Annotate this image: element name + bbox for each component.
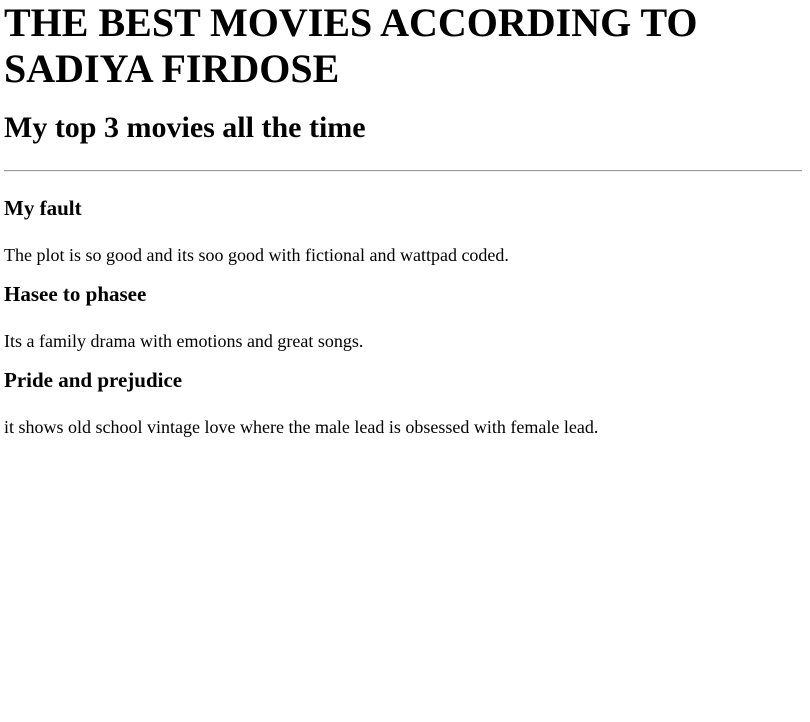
movie-description: it shows old school vintage love where t… [4,417,599,437]
movie-description: The plot is so good and its soo good wit… [4,245,509,265]
movie-description: Its a family drama with emotions and gre… [4,331,364,351]
divider [4,170,802,172]
movie-title: Pride and prejudice [4,368,183,392]
movie-item-my-fault: My fault The plot is so good and its soo… [4,196,802,266]
movie-title: Hasee to phasee [4,282,147,306]
page: THE BEST MOVIES ACCORDING TO SADIYA FIRD… [0,0,810,438]
movie-item-pride-and-prejudice: Pride and prejudice it shows old school … [4,368,802,438]
page-subtitle: My top 3 movies all the time [4,111,366,144]
page-title: THE BEST MOVIES ACCORDING TO SADIYA FIRD… [4,0,698,91]
movie-title: My fault [4,196,82,220]
movie-item-hasee-to-phasee: Hasee to phasee Its a family drama with … [4,282,802,352]
movie-list: My fault The plot is so good and its soo… [4,196,802,438]
